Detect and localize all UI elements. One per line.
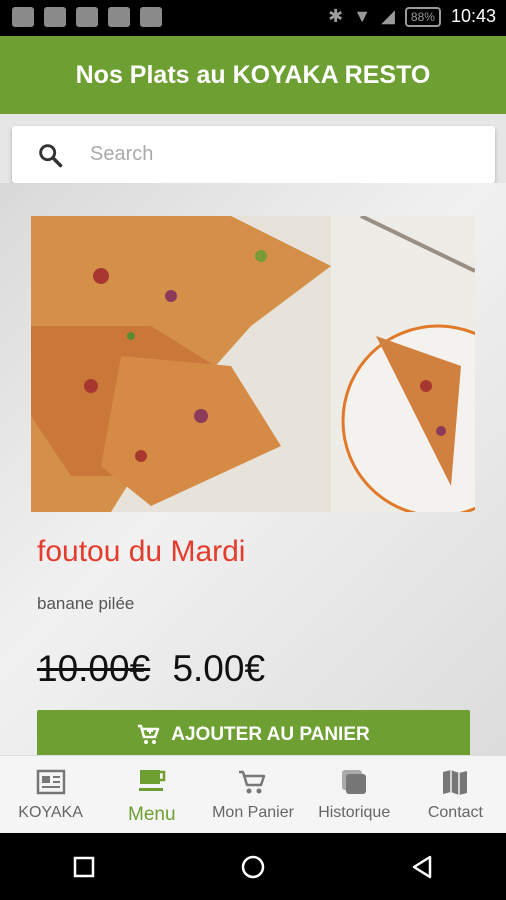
nav-label-menu: Menu (128, 804, 176, 825)
history-icon (342, 770, 367, 794)
message-notification-icon (108, 7, 130, 27)
map-icon (443, 770, 468, 795)
cart-icon (239, 770, 266, 794)
back-icon[interactable] (408, 853, 436, 881)
page-title: Nos Plats au KOYAKA RESTO (75, 60, 431, 89)
nav-item-historique[interactable]: Historique (304, 756, 405, 834)
image-notification-icon (12, 7, 34, 27)
home-icon[interactable] (238, 852, 268, 882)
system-nav-bar (0, 833, 506, 900)
wifi-icon: ▼ (353, 6, 372, 26)
search-icon[interactable] (36, 141, 64, 169)
nav-label-koyaka: KOYAKA (18, 804, 83, 821)
bluetooth-icon: ✱ (328, 6, 344, 26)
product-description: banane pilée (37, 594, 135, 613)
app-bar: Nos Plats au KOYAKA RESTO (0, 36, 506, 114)
vine-notification-icon (140, 7, 162, 27)
add-to-cart-label: AJOUTER AU PANIER (171, 724, 370, 745)
signal-icon: ◢ (381, 6, 395, 26)
nav-label-mon-panier: Mon Panier (212, 804, 294, 821)
bottom-navigation: KOYAKA Menu Mon Panier Historique Contac… (0, 755, 506, 834)
coffee-icon (138, 770, 166, 791)
nav-item-menu[interactable]: Menu (101, 756, 202, 834)
product-image[interactable] (31, 216, 475, 512)
mail-notification-icon (44, 7, 66, 27)
sync-notification-icon (76, 7, 98, 27)
nav-item-contact[interactable]: Contact (405, 756, 506, 834)
clock: 10:43 (450, 6, 496, 26)
recents-icon[interactable] (70, 853, 98, 881)
add-to-cart-button[interactable]: AJOUTER AU PANIER (37, 710, 470, 755)
nav-label-historique: Historique (318, 804, 391, 821)
notification-icons (12, 7, 162, 27)
nav-label-contact: Contact (427, 804, 483, 821)
search-input[interactable] (88, 142, 452, 167)
system-icons: ✱ ▼ ◢ 88% 10:43 (328, 6, 496, 27)
price-block: 10.00€ 5.00€ (37, 648, 265, 690)
current-price: 5.00€ (172, 648, 266, 689)
cart-icon (138, 724, 160, 744)
newspaper-icon (36, 769, 65, 795)
product-title: foutou du Mardi (37, 535, 246, 568)
pizza-photo (31, 216, 475, 512)
search-bar[interactable] (12, 126, 495, 183)
nav-item-mon-panier[interactable]: Mon Panier (202, 756, 303, 834)
old-price: 10.00€ (37, 648, 151, 689)
status-bar: ✱ ▼ ◢ 88% 10:43 (0, 0, 506, 36)
nav-item-koyaka[interactable]: KOYAKA (0, 756, 101, 834)
battery-indicator: 88% (404, 6, 441, 27)
product-list[interactable]: foutou du Mardi banane pilée 10.00€ 5.00… (0, 183, 506, 755)
